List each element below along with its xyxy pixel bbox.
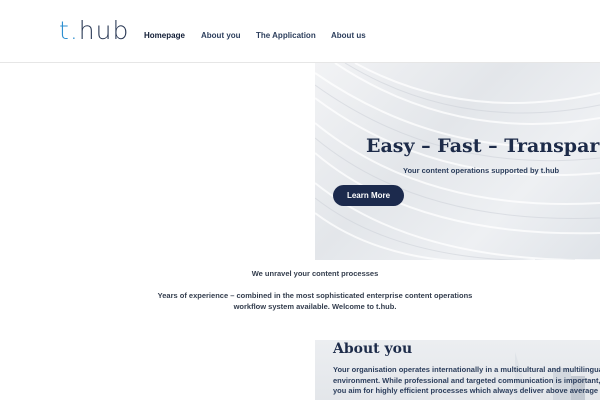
nav-item-homepage[interactable]: Homepage bbox=[144, 31, 185, 40]
logo-letter-t: t bbox=[59, 16, 70, 45]
nav-item-about-us[interactable]: About us bbox=[331, 31, 366, 40]
about-you-title: About you bbox=[333, 341, 413, 357]
nav-item-about-you[interactable]: About you bbox=[201, 31, 241, 40]
thub-logo[interactable]: t.hub bbox=[59, 16, 129, 46]
about-line-2: environment. While professional and targ… bbox=[333, 375, 600, 385]
learn-more-button[interactable]: Learn More bbox=[333, 185, 404, 206]
logo-text-hub: hub bbox=[78, 16, 130, 45]
site-header: t.hub Homepage About you The Application… bbox=[0, 0, 600, 63]
about-you-text: Your organisation operates international… bbox=[333, 365, 600, 397]
hero-architecture-background bbox=[315, 63, 600, 260]
intro-text: Years of experience – combined in the mo… bbox=[0, 290, 600, 312]
about-you-section: About you Your organisation operates int… bbox=[315, 340, 600, 400]
intro-line-2: workflow system available. Welcome to t.… bbox=[233, 302, 397, 311]
about-line-1: Your organisation operates international… bbox=[333, 365, 600, 374]
logo-dot: . bbox=[69, 16, 79, 45]
intro-heading: We unravel your content processes bbox=[251, 269, 379, 278]
hero-subtitle: Your content operations supported by t.h… bbox=[403, 166, 560, 175]
intro-line-1: Years of experience – combined in the mo… bbox=[157, 291, 473, 300]
hero-banner: Easy – Fast – Transparent Your content o… bbox=[315, 63, 600, 260]
hero-title: Easy – Fast – Transparent bbox=[366, 135, 600, 157]
nav-item-the-application[interactable]: The Application bbox=[256, 31, 316, 40]
about-line-3: you aim for highly efficient processes w… bbox=[333, 386, 599, 395]
